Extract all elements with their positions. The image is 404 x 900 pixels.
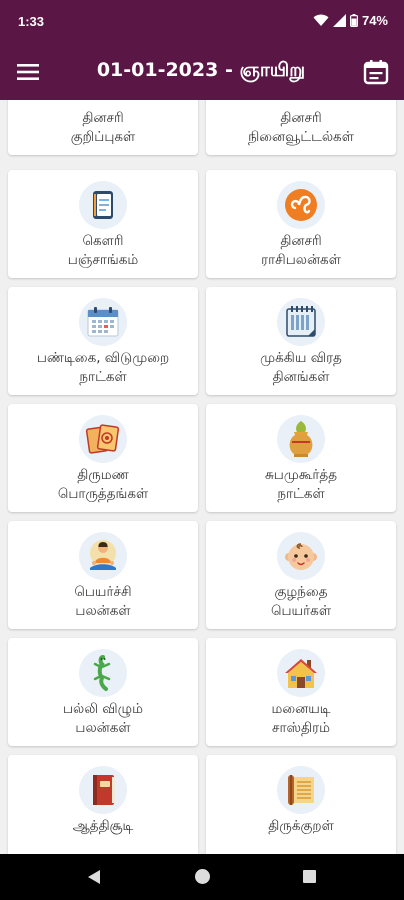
lizard-icon bbox=[79, 649, 127, 697]
tile-manaiyadi-sastram[interactable]: மனையடி சாஸ்திரம் bbox=[206, 638, 396, 746]
meditation-icon bbox=[79, 532, 127, 580]
wifi-icon bbox=[313, 14, 329, 26]
hamburger-menu-icon bbox=[17, 64, 39, 80]
tile-fasting-days[interactable]: முக்கிய விரத தினங்கள் bbox=[206, 287, 396, 395]
battery-percent: 74% bbox=[361, 13, 388, 28]
kalasam-icon bbox=[277, 415, 325, 463]
leo-zodiac-icon bbox=[277, 181, 325, 229]
tile-label: பெயர்ச்சி பலன்கள் bbox=[74, 584, 132, 619]
menu-button[interactable] bbox=[14, 58, 42, 86]
status-bar: 1:33 74% bbox=[0, 0, 404, 44]
tile-label: கௌரி பஞ்சாங்கம் bbox=[67, 233, 139, 268]
fasting-calendar-icon bbox=[277, 298, 325, 346]
tile-lizard-falling[interactable]: பல்லி விழும் பலன்கள் bbox=[8, 638, 198, 746]
tile-label: தினசரி ராசிபலன்கள் bbox=[261, 233, 341, 268]
marriage-cards-icon bbox=[79, 415, 127, 463]
tile-festival-holidays[interactable]: பண்டிகை, விடுமுறை நாட்கள் bbox=[8, 287, 198, 395]
battery-icon bbox=[349, 14, 358, 27]
tile-aathichoodi[interactable]: ஆத்திசூடி bbox=[8, 755, 198, 854]
calendar-icon bbox=[363, 60, 389, 85]
cellular-signal-icon bbox=[332, 14, 346, 27]
tile-label: தினசரி குறிப்புகள் bbox=[70, 110, 136, 145]
tile-gowri-panchangam[interactable]: கௌரி பஞ்சாங்கம் bbox=[8, 170, 198, 278]
calendar-button[interactable] bbox=[360, 56, 392, 88]
back-icon[interactable] bbox=[87, 869, 101, 885]
status-icons: 74% bbox=[313, 13, 388, 28]
recent-apps-icon[interactable] bbox=[303, 870, 316, 883]
house-icon bbox=[277, 649, 325, 697]
tile-label: திருக்குறள் bbox=[268, 818, 334, 834]
tile-transit-results[interactable]: பெயர்ச்சி பலன்கள் bbox=[8, 521, 198, 629]
page-title: 01-01-2023 - ஞாயிறு bbox=[96, 59, 306, 81]
tile-daily-horoscope[interactable]: தினசரி ராசிபலன்கள் bbox=[206, 170, 396, 278]
palm-leaf-scroll-icon bbox=[277, 766, 325, 814]
tile-label: சுபமுகூர்த்த நாட்கள் bbox=[264, 467, 338, 502]
status-time: 1:33 bbox=[18, 14, 45, 29]
tile-label: திருமண பொருத்தங்கள் bbox=[57, 467, 149, 502]
tile-daily-notes[interactable]: தினசரி குறிப்புகள் bbox=[8, 100, 198, 155]
tile-label: தினசரி நினைவூட்டல்கள் bbox=[248, 110, 354, 145]
tile-baby-names[interactable]: குழந்தை பெயர்கள் bbox=[206, 521, 396, 629]
panchangam-book-icon bbox=[79, 181, 127, 229]
app-bar: 01-01-2023 - ஞாயிறு bbox=[0, 44, 404, 100]
tile-thirukkural[interactable]: திருக்குறள் bbox=[206, 755, 396, 854]
festival-calendar-icon bbox=[79, 298, 127, 346]
system-navigation-bar bbox=[0, 854, 404, 900]
tile-auspicious-days[interactable]: சுபமுகூர்த்த நாட்கள் bbox=[206, 404, 396, 512]
feature-grid: தினசரி குறிப்புகள் தினசரி நினைவூட்டல்கள்… bbox=[0, 100, 404, 854]
tile-daily-reminders[interactable]: தினசரி நினைவூட்டல்கள் bbox=[206, 100, 396, 155]
tile-label: மனையடி சாஸ்திரம் bbox=[271, 701, 331, 736]
tile-label: பல்லி விழும் பலன்கள் bbox=[63, 701, 143, 736]
tile-label: ஆத்திசூடி bbox=[72, 818, 134, 834]
red-book-icon bbox=[79, 766, 127, 814]
tile-label: பண்டிகை, விடுமுறை நாட்கள் bbox=[36, 350, 170, 385]
baby-face-icon bbox=[277, 532, 325, 580]
tile-label: முக்கிய விரத தினங்கள் bbox=[260, 350, 342, 385]
home-icon[interactable] bbox=[195, 869, 210, 884]
tile-marriage-matching[interactable]: திருமண பொருத்தங்கள் bbox=[8, 404, 198, 512]
tile-label: குழந்தை பெயர்கள் bbox=[271, 584, 331, 619]
